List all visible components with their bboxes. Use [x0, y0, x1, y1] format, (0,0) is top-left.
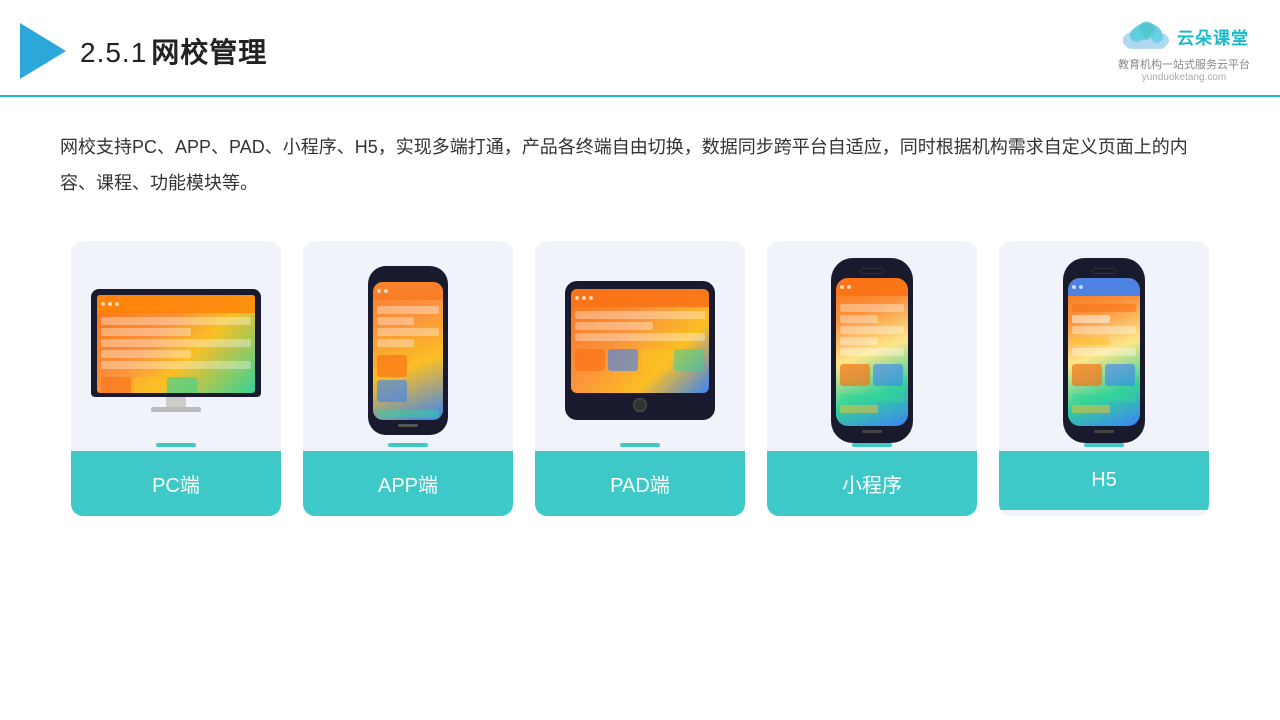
tablet-home-button — [633, 398, 647, 412]
device-cards-container: PC端 — [0, 201, 1280, 516]
logo-triangle-icon — [20, 23, 66, 79]
card-accent-h5 — [1084, 443, 1124, 447]
pc-stand — [166, 397, 186, 407]
h5-phone-notch — [1092, 268, 1116, 274]
card-h5: H5 — [999, 241, 1209, 516]
h5-phone-screen — [1068, 278, 1140, 426]
h5-phone-home — [1094, 430, 1114, 433]
card-label-miniprogram: 小程序 — [767, 451, 977, 516]
phone-outer — [368, 266, 448, 435]
mini-phone-outer — [831, 258, 913, 443]
h5-phone-outer — [1063, 258, 1145, 443]
header-left: 2.5.1网校管理 — [20, 23, 267, 79]
pc-base — [151, 407, 201, 412]
mini-phone-home — [862, 430, 882, 433]
card-label-h5: H5 — [999, 451, 1209, 510]
miniprogram-phone-mock — [831, 258, 913, 443]
card-accent-pc — [156, 443, 196, 447]
pc-screen-outer — [91, 289, 261, 397]
cloud-icon — [1119, 18, 1171, 54]
brand-name: 云朵课堂 — [1177, 24, 1249, 49]
brand-icon-wrap: 云朵课堂 — [1119, 18, 1249, 54]
card-accent-app — [388, 443, 428, 447]
card-miniprogram: 小程序 — [767, 241, 977, 516]
tablet-mock — [565, 281, 715, 420]
card-label-pc: PC端 — [71, 451, 281, 516]
phone-screen — [373, 282, 443, 420]
card-miniprogram-image — [767, 241, 977, 451]
pc-device-mock — [91, 289, 261, 412]
page-title: 2.5.1网校管理 — [80, 31, 267, 71]
card-pad: PAD端 — [535, 241, 745, 516]
tablet-outer — [565, 281, 715, 420]
app-phone-mock — [368, 266, 448, 435]
mini-phone-notch — [860, 268, 884, 274]
pc-screen-inner — [97, 295, 255, 393]
brand-tagline: 教育机构一站式服务云平台 — [1118, 56, 1250, 72]
mini-phone-screen — [836, 278, 908, 426]
card-label-app: APP端 — [303, 451, 513, 516]
phone-notch — [397, 274, 419, 279]
card-pc: PC端 — [71, 241, 281, 516]
phone-home-button — [398, 424, 418, 427]
card-accent-pad — [620, 443, 660, 447]
card-app-image — [303, 241, 513, 451]
card-pad-image — [535, 241, 745, 451]
page-header: 2.5.1网校管理 云朵课堂 教育机构一站式服务云平台 yunduoketang… — [0, 0, 1280, 97]
card-label-pad: PAD端 — [535, 451, 745, 516]
card-pc-image — [71, 241, 281, 451]
card-accent-miniprogram — [852, 443, 892, 447]
card-h5-image — [999, 241, 1209, 451]
h5-phone-mock — [1063, 258, 1145, 443]
brand-url: yunduoketang.com — [1142, 72, 1227, 83]
tablet-screen — [571, 289, 709, 393]
brand-logo: 云朵课堂 教育机构一站式服务云平台 yunduoketang.com — [1118, 18, 1250, 83]
card-app: APP端 — [303, 241, 513, 516]
description-text: 网校支持PC、APP、PAD、小程序、H5，实现多端打通，产品各终端自由切换，数… — [0, 97, 1280, 201]
